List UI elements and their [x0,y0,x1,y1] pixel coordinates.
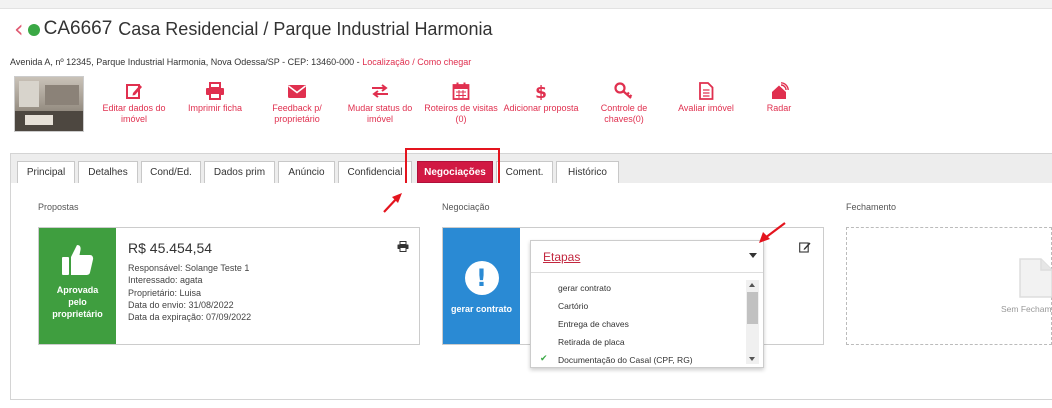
stage-item[interactable]: gerar contrato [558,283,611,293]
scroll-up-icon[interactable] [749,283,755,287]
blank-document-icon [1019,258,1052,298]
stage-item[interactable]: Retirada de placa [558,337,625,347]
section-proposals: Propostas [38,202,79,212]
edit-icon[interactable] [799,241,811,253]
proposal-expiration-date: Data da expiração: 07/09/2022 [128,312,252,323]
location-link[interactable]: Localização / Como chegar [362,57,471,67]
exclamation-icon: ! [464,261,499,295]
tab-detalhes[interactable]: Detalhes [78,161,138,183]
scrollbar-thumb[interactable] [747,292,758,324]
stage-item[interactable]: Cartório [558,301,588,311]
stage-item[interactable]: Documentação do Casal (CPF, RG) [558,355,693,365]
stages-dropdown-header[interactable]: Etapas [531,241,763,273]
calendar-icon [452,82,470,100]
edit-property-button[interactable]: Editar dados do imóvel [92,82,176,125]
negotiation-status-panel: ! gerar contrato [443,228,520,344]
negotiation-status-label: gerar contrato [450,304,512,314]
change-status-button[interactable]: Mudar status do imóvel [340,82,420,125]
tab-bar: Principal Detalhes Cond/Ed. Dados prim A… [10,153,1052,183]
tab-comentarios[interactable]: Coment. [496,161,553,183]
annotation-arrow-icon [759,222,786,243]
proposal-interested: Interessado: agata [128,275,203,286]
tab-anuncio[interactable]: Anúncio [278,161,335,183]
edit-icon [126,84,142,99]
visit-routes-button[interactable]: Roteiros de visitas (0) [420,82,502,125]
dollar-icon: $ [535,83,547,100]
envelope-icon [288,85,306,98]
proposal-responsible: Responsável: Solange Teste 1 [128,263,250,273]
key-control-button[interactable]: Controle de chaves(0) [580,82,668,125]
thumbs-up-icon [61,245,93,275]
caret-down-icon[interactable] [749,253,757,258]
no-closing-label: Sem Fechamento [1001,304,1052,314]
proposal-price: R$ 45.454,54 [128,240,213,256]
svg-text:$: $ [535,83,547,100]
print-icon[interactable] [397,241,409,252]
action-bar: Editar dados do imóvel Imprimir ficha Fe… [92,82,814,125]
radar-icon [772,82,789,99]
exchange-icon [372,84,388,98]
radar-button[interactable]: Radar [744,82,814,125]
section-negotiation: Negociação [442,202,490,212]
proposal-status-panel: Aprovada pelo proprietário [39,228,116,344]
proposal-send-date: Data do envio: 31/08/2022 [128,299,234,310]
add-proposal-button[interactable]: $ Adicionar proposta [502,82,580,125]
tab-confidencial[interactable]: Confidencial [338,161,412,183]
closing-card: Sem Fechamento [846,227,1052,345]
scroll-down-icon[interactable] [749,357,755,361]
print-icon [206,82,224,100]
annotation-arrow-icon [383,193,402,213]
feedback-owner-button[interactable]: Feedback p/ proprietário [254,82,340,125]
dropdown-scrollbar[interactable] [746,280,759,364]
page-title: Casa Residencial / Parque Industrial Har… [118,18,493,39]
chevron-left-icon[interactable]: ‹ [14,17,24,41]
proposal-status-label: Aprovada pelo proprietário [52,285,103,319]
tab-historico[interactable]: Histórico [556,161,619,183]
page-header: ‹ CA6667 Casa Residencial / Parque Indus… [14,17,493,41]
evaluate-property-button[interactable]: Avaliar imóvel [668,82,744,125]
check-icon: ✔ [540,354,548,364]
tab-cond-ed[interactable]: Cond/Ed. [141,161,201,183]
key-icon [614,82,633,99]
proposal-owner: Proprietário: Luisa [128,287,202,298]
stages-dropdown[interactable]: Etapas gerar contrato Cartório Entrega d… [530,240,764,368]
stage-item[interactable]: Entrega de chaves [558,319,629,329]
address-line: Avenida A, nº 12345, Parque Industrial H… [10,57,471,67]
property-code: CA6667 [43,18,113,39]
status-dot [27,24,40,36]
print-sheet-button[interactable]: Imprimir ficha [176,82,254,125]
property-photo[interactable] [14,76,84,132]
tab-principal[interactable]: Principal [17,161,75,183]
address-text: Avenida A, nº 12345, Parque Industrial H… [10,57,360,67]
stages-dropdown-title[interactable]: Etapas [543,250,580,264]
section-closing: Fechamento [846,202,897,212]
proposal-details: Responsável: Solange Teste 1 Interessado… [128,262,251,323]
tab-dados-prim[interactable]: Dados prim [204,161,275,183]
proposal-card[interactable]: Aprovada pelo proprietário R$ 45.454,54 … [38,227,420,345]
document-icon [699,82,714,100]
highlight-box [405,148,500,186]
